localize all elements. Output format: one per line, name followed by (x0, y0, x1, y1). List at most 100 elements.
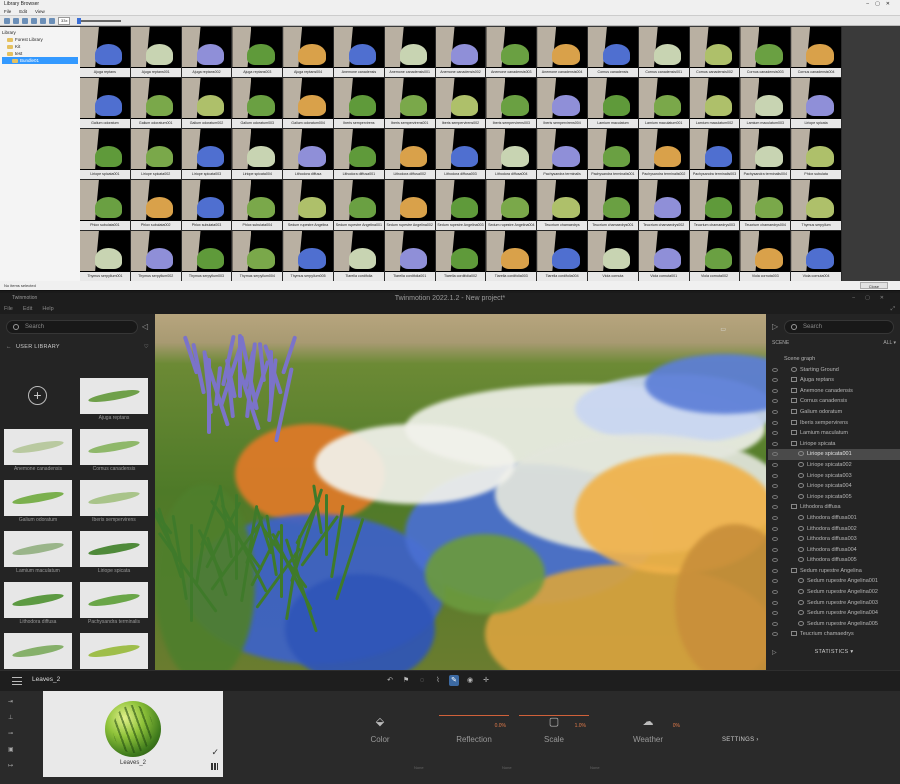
library-thumbnail[interactable]: Thymus serpyllum002 (130, 231, 182, 282)
library-asset[interactable]: Galium odoratum (4, 480, 72, 531)
scene-tree-row[interactable]: Anemone canadensis (768, 386, 900, 397)
library-thumbnail[interactable]: Liriope spicata002 (130, 129, 182, 180)
visibility-eye-icon[interactable] (772, 367, 778, 372)
library-thumbnail[interactable]: Cornus canadensis001 (638, 27, 690, 78)
favorite-icon[interactable]: ♡ (144, 342, 149, 352)
menu-item[interactable]: File (4, 8, 11, 15)
scene-tree-row[interactable]: Sedum rupestre Angelina003 (768, 598, 900, 609)
visibility-eye-icon[interactable] (772, 473, 778, 478)
expand-panel-icon[interactable]: ▷ (772, 322, 778, 331)
library-thumbnail[interactable]: Iberis sempervirens004 (537, 78, 588, 129)
scene-tree-row[interactable]: Sedum rupestre Angelina002 (768, 587, 900, 598)
visibility-eye-icon[interactable] (772, 600, 778, 605)
scene-tree-row[interactable]: Lithodora diffusa003 (768, 534, 900, 545)
library-asset[interactable]: Lithodora diffusa (4, 582, 72, 633)
hamburger-menu-icon[interactable] (12, 677, 22, 685)
import-icon[interactable]: ⇥ (8, 699, 22, 706)
library-thumbnail[interactable]: Pachysandra terminalis002 (638, 129, 690, 180)
color-property[interactable]: ⬙ Color (340, 715, 420, 744)
up-folder-icon[interactable] (22, 17, 28, 24)
library-thumbnail[interactable]: Cornus canadensis003 (740, 27, 792, 78)
library-thumbnail[interactable]: Sedum rupestre Angelina004 (486, 180, 538, 231)
menu-item[interactable]: Edit (23, 304, 32, 314)
library-thumbnail[interactable]: Teucrium chamaedrys (537, 180, 588, 231)
back-arrow-icon[interactable]: ← (6, 342, 12, 352)
library-thumbnail[interactable]: Phlox subulata003 (181, 180, 233, 231)
reflection-slider[interactable] (439, 715, 509, 716)
move-icon[interactable]: ✛ (481, 675, 491, 686)
visibility-eye-icon[interactable] (772, 462, 778, 467)
scene-tree-row[interactable]: Cornus canadensis (768, 396, 900, 407)
check-icon[interactable]: ✓ (211, 747, 219, 758)
library-thumbnail[interactable]: Ajuga reptans001 (130, 27, 182, 78)
library-thumbnail[interactable]: Phlox subulata004 (232, 180, 284, 231)
library-thumbnail[interactable]: Ajuga reptans (80, 27, 131, 78)
visibility-eye-icon[interactable] (772, 558, 778, 563)
refresh-icon[interactable] (31, 17, 37, 24)
export-icon[interactable]: ↦ (8, 763, 22, 770)
library-asset[interactable]: Anemone canadensis (4, 429, 72, 480)
library-thumbnail[interactable]: Viola cornuta004 (791, 231, 842, 282)
library-thumbnail[interactable]: Tiarella cordifolia004 (537, 231, 588, 282)
visibility-eye-icon[interactable] (772, 409, 778, 414)
slider-icon[interactable]: ⊸ (8, 731, 22, 738)
library-thumbnail[interactable]: Viola cornuta (587, 231, 639, 282)
library-thumbnail[interactable]: Galium odoratum002 (181, 78, 233, 129)
library-thumbnail[interactable]: Tiarella cordifolia001 (384, 231, 436, 282)
close-button[interactable]: Close (859, 282, 888, 289)
view-icon[interactable] (40, 17, 46, 24)
visibility-eye-icon[interactable] (772, 621, 778, 626)
scene-tree-row[interactable]: Starting Ground (768, 365, 900, 376)
library-thumbnail[interactable]: Tiarella cordifolia003 (486, 231, 538, 282)
library-thumbnail[interactable]: Lamium maculatum003 (740, 78, 792, 129)
tab-scene[interactable]: SCENE (772, 340, 789, 346)
material-preview[interactable]: Leaves_2 ✓ (43, 691, 223, 777)
scene-tree-row[interactable]: Lithodora diffusa005 (768, 555, 900, 566)
scene-tree-row[interactable]: Liriope spicata003 (768, 471, 900, 482)
visibility-eye-icon[interactable] (772, 611, 778, 616)
library-thumbnail[interactable]: Liriope spicata (791, 78, 842, 129)
library-thumbnail[interactable]: Lithodora diffusa003 (435, 129, 487, 180)
scene-tree-row[interactable]: Galium odoratum (768, 407, 900, 418)
library-thumbnail[interactable]: Thymus serpyllum003 (181, 231, 233, 282)
library-asset[interactable]: Ajuga reptans (80, 378, 148, 429)
scene-tree-row[interactable]: Sedum rupestre Angelina (768, 566, 900, 577)
library-asset[interactable]: Lamium maculatum (4, 531, 72, 582)
library-asset[interactable]: Pachysandra terminalis (80, 582, 148, 633)
visibility-eye-icon[interactable] (772, 494, 778, 499)
library-search-input[interactable]: Search (6, 320, 138, 334)
grid-icon[interactable] (211, 763, 218, 770)
scene-tree-row[interactable]: Liriope spicata005 (768, 492, 900, 503)
library-thumbnail[interactable]: Thymus serpyllum004 (232, 231, 284, 282)
library-thumbnail[interactable]: Lithodora diffusa004 (486, 129, 538, 180)
reflection-property[interactable]: 0.0% Reflection (434, 715, 514, 744)
settings-button[interactable]: SETTINGS › (722, 737, 759, 743)
visibility-eye-icon[interactable] (772, 388, 778, 393)
app-window-controls[interactable]: –▢✕ (852, 293, 894, 304)
library-thumbnail[interactable]: Pachysandra terminalis004 (740, 129, 792, 180)
library-asset[interactable]: Liriope spicata (80, 531, 148, 582)
library-thumbnail[interactable]: Anemone canadensis002 (435, 27, 487, 78)
visibility-eye-icon[interactable] (772, 526, 778, 531)
library-thumbnail[interactable]: Galium odoratum003 (232, 78, 284, 129)
library-thumbnail[interactable]: Phlox subulata (791, 129, 842, 180)
library-thumbnail[interactable]: Iberis sempervirens003 (486, 78, 538, 129)
window-controls[interactable]: –▢✕ (866, 0, 896, 8)
library-thumbnail[interactable]: Viola cornuta003 (740, 231, 792, 282)
viewport-overlay-icon[interactable]: ▭ (720, 326, 726, 333)
forward-icon[interactable] (13, 17, 19, 24)
visibility-eye-icon[interactable] (772, 431, 778, 436)
library-thumbnail[interactable]: Tiarella cordifolia002 (435, 231, 487, 282)
collapse-panel-icon[interactable]: ◁ (142, 322, 148, 331)
library-thumbnail[interactable]: Cornus canadensis (587, 27, 639, 78)
scene-tree-row[interactable]: Sedum rupestre Angelina001 (768, 576, 900, 587)
scene-tree-row[interactable]: Sedum rupestre Angelina005 (768, 619, 900, 630)
library-thumbnail[interactable]: Galium odoratum004 (283, 78, 334, 129)
weather-property[interactable]: 0% ☁ Weather (608, 715, 688, 744)
library-thumbnail[interactable]: Ajuga reptans003 (232, 27, 284, 78)
library-thumbnail[interactable]: Iberis sempervirens (333, 78, 385, 129)
flag-icon[interactable]: ⚑ (401, 675, 411, 686)
scene-tree-row[interactable]: Ajuga reptans (768, 375, 900, 386)
library-asset[interactable]: Iberis sempervirens (80, 480, 148, 531)
visibility-eye-icon[interactable] (772, 632, 778, 637)
